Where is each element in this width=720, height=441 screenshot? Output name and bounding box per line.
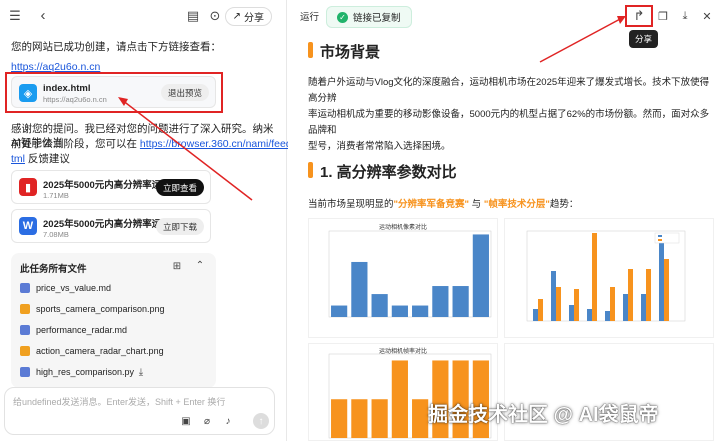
file-item[interactable]: high_res_comparison.py xyxy=(20,367,134,377)
python-file-icon xyxy=(20,367,30,377)
chat-panel: ☰ ‹ ▤ ⊙ ↗ 分享 您的网站已成功创建，请点击下方链接查看： https:… xyxy=(0,0,323,441)
section2-lead: 当前市场呈现明显的"分辨率军备竞赛" 与 "帧率技术分层"趋势： xyxy=(308,199,579,210)
feedback-link-tail[interactable]: tml xyxy=(11,153,25,165)
bar xyxy=(391,360,408,438)
image-icon[interactable]: ▣ xyxy=(180,415,192,427)
check-icon: ✓ xyxy=(337,11,348,23)
task-files-panel: 此任务所有文件 ⊞ ⌃ price_vs_value.md sports_cam… xyxy=(11,253,216,388)
bar xyxy=(351,399,368,438)
share-tooltip: 分享 xyxy=(629,30,659,48)
bar-chart-svg xyxy=(328,230,492,318)
markdown-file-icon xyxy=(20,283,30,293)
chat-toolbar: ☰ ‹ ▤ ⊙ ↗ 分享 xyxy=(0,0,286,32)
location-icon[interactable]: ⊙ xyxy=(208,8,222,23)
bar xyxy=(371,294,388,317)
resolution-chart: 运动相机像素对比 xyxy=(308,218,498,338)
message-input[interactable]: 给undefined发送消息。Enter发送，Shift + Enter 换行 xyxy=(13,395,225,408)
doc-size: 7.08MB xyxy=(43,230,69,239)
section-marker xyxy=(308,162,313,178)
feedback-line-3: tml 反馈建议 xyxy=(11,153,70,165)
download-icon[interactable]: ⤓ xyxy=(678,9,692,23)
file-item[interactable]: action_camera_radar_chart.png xyxy=(20,346,164,356)
section1-title: 市场背景 xyxy=(320,44,381,61)
grouped-bar-svg xyxy=(526,230,686,322)
share-icon[interactable]: ↱ xyxy=(632,8,646,23)
image-file-icon xyxy=(20,304,30,314)
download-icon[interactable]: ⤓ xyxy=(135,366,147,378)
word-doc-card[interactable]: W 2025年5000元内高分辨率运动相... 7.08MB 立即下载 xyxy=(11,209,211,243)
attach-icon[interactable]: ⌀ xyxy=(201,415,213,427)
exit-preview-button[interactable]: 退出预览 xyxy=(160,84,209,101)
section1-body: 随着户外运动与Vlog文化的深度融合，运动相机市场在2025年迎来了爆发式增长。… xyxy=(308,77,710,152)
bar xyxy=(412,399,429,438)
bar xyxy=(452,286,469,317)
html-file-icon: ◈ xyxy=(19,84,37,102)
bar xyxy=(432,286,449,317)
bar xyxy=(391,305,408,317)
back-icon[interactable]: ‹ xyxy=(36,7,50,24)
share-button[interactable]: ↗ 分享 xyxy=(224,7,272,26)
download-now-button[interactable]: 立即下载 xyxy=(155,218,204,235)
preview-title: index.html xyxy=(43,83,91,94)
bar xyxy=(371,399,388,438)
grouped-bars xyxy=(533,233,669,321)
feedback-line-2: 前处于公测阶段，您可以在 https://browser.360.cn/nami… xyxy=(11,138,323,150)
run-label[interactable]: 运行 xyxy=(300,9,319,23)
comparison-chart xyxy=(504,218,714,338)
preview-card[interactable]: ◈ index.html https://aq2u6o.n.cn 退出预览 xyxy=(11,76,216,108)
send-icon[interactable]: ↑ xyxy=(253,413,269,429)
bar xyxy=(331,399,348,438)
view-now-button[interactable]: 立即查看 xyxy=(155,179,204,196)
intro-text: 您的网站已成功创建，请点击下方链接查看： xyxy=(11,41,221,53)
bar xyxy=(351,261,368,317)
add-file-icon[interactable]: ⊞ xyxy=(171,260,183,272)
copied-toast: ✓ 链接已复制 xyxy=(326,6,412,28)
files-title: 此任务所有文件 xyxy=(20,264,87,275)
image-file-icon xyxy=(20,346,30,356)
watermark: 掘金技术社区 @ AI袋鼠帝 xyxy=(428,404,659,426)
file-item[interactable]: sports_camera_comparison.png xyxy=(20,304,165,314)
pdf-icon: ▮ xyxy=(19,178,37,196)
preview-panel: 运行 ✓ 链接已复制 ↱ ❐ ⤓ ✕ 分享 市场背景 随着户外运动与Vlog文化… xyxy=(288,0,720,441)
file-item[interactable]: price_vs_value.md xyxy=(20,283,111,293)
section2-title: 1. 高分辨率参数对比 xyxy=(320,164,457,181)
bar xyxy=(331,305,348,317)
file-item[interactable]: performance_radar.md xyxy=(20,325,127,335)
sidebar-toggle-icon[interactable]: ☰ xyxy=(8,8,22,23)
doc-size: 1.71MB xyxy=(43,191,69,200)
preview-url: https://aq2u6o.n.cn xyxy=(43,95,107,104)
mic-icon[interactable]: ♪ xyxy=(222,415,234,427)
copy-icon[interactable]: ❐ xyxy=(656,9,670,23)
share-icon: ↗ xyxy=(232,11,241,22)
bar xyxy=(472,234,489,317)
markdown-file-icon xyxy=(20,325,30,335)
bar xyxy=(412,305,429,317)
note-icon[interactable]: ▤ xyxy=(186,8,200,23)
word-icon: W xyxy=(19,217,37,235)
chevron-up-icon[interactable]: ⌃ xyxy=(194,259,206,271)
message-input-box[interactable]: 给undefined发送消息。Enter发送，Shift + Enter 换行 … xyxy=(4,387,275,435)
close-icon[interactable]: ✕ xyxy=(700,9,714,23)
section-marker xyxy=(308,42,313,58)
pdf-doc-card[interactable]: ▮ 2025年5000元内高分辨率运动相... 1.71MB 立即查看 xyxy=(11,170,211,204)
